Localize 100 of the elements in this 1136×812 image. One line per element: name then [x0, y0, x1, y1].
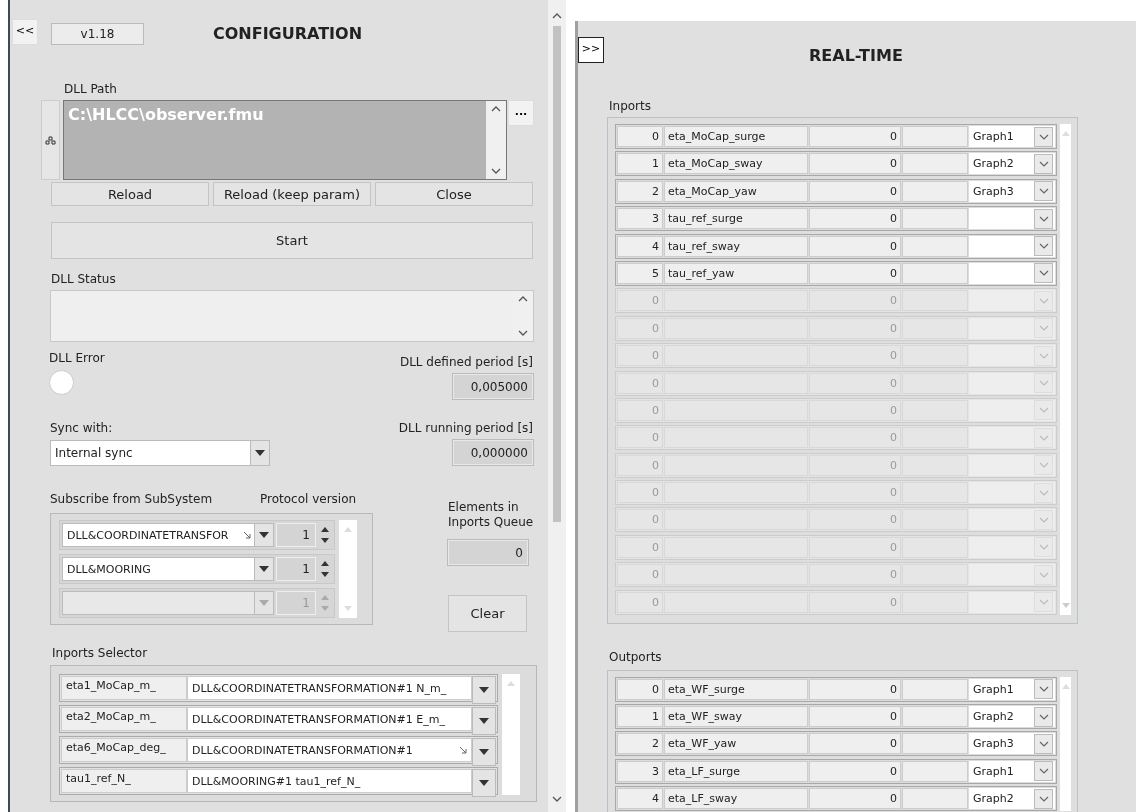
- chevron-down-icon: [1038, 489, 1049, 496]
- collapse-button[interactable]: <<: [12, 19, 38, 45]
- period-value: 0,000000: [453, 440, 533, 465]
- source-dropdown[interactable]: DLL&COORDINATETRANSFORMATION#1 E_m_: [187, 707, 472, 731]
- subsystem-dropdown[interactable]: DLL&MOORING: [62, 557, 274, 581]
- chevron-down-icon: [1038, 325, 1049, 332]
- index-cell: 2: [617, 733, 663, 755]
- chevron-down-icon: [1038, 544, 1049, 551]
- scrollbar[interactable]: [548, 0, 566, 812]
- field-label: Inports Selector: [52, 646, 148, 661]
- value-cell: 0: [809, 760, 901, 782]
- start-button[interactable]: Start: [51, 222, 533, 259]
- value-cell: 0: [809, 482, 901, 504]
- scroll-up-icon[interactable]: [491, 105, 501, 112]
- scrollbar[interactable]: [502, 674, 520, 795]
- field-label: Protocol version: [260, 492, 357, 507]
- section-label: Outports: [609, 649, 662, 665]
- source-dropdown[interactable]: DLL&COORDINATETRANSFORMATION#1 N_m_: [187, 676, 472, 700]
- scroll-up-icon[interactable]: [552, 12, 562, 19]
- caret-icon: [259, 532, 269, 538]
- inport-name-cell: eta2_MoCap_m_: [61, 707, 187, 731]
- graph-dropdown[interactable]: Graph3: [969, 180, 1055, 202]
- value-cell: 0: [809, 454, 901, 476]
- caret-icon: [259, 600, 269, 606]
- version-field[interactable]: 1: [276, 523, 316, 547]
- subsystem-dropdown[interactable]: DLL&COORDINATETRANSFOR: [62, 523, 274, 547]
- path-action-button[interactable]: Reload: [51, 182, 209, 206]
- index-cell: 0: [617, 454, 663, 476]
- clear-button[interactable]: Clear: [448, 595, 527, 632]
- scroll-up-icon[interactable]: [320, 559, 330, 566]
- scroll-up-icon[interactable]: [518, 295, 528, 302]
- truncation-icon: [459, 746, 467, 754]
- graph-dropdown[interactable]: [969, 262, 1055, 284]
- signal-name-cell: tau_ref_yaw: [664, 262, 808, 284]
- dropdown-button[interactable]: [472, 738, 496, 766]
- graph-dropdown[interactable]: Graph2: [969, 706, 1055, 728]
- index-cell: 3: [617, 208, 663, 230]
- chevron-down-icon: [1038, 599, 1049, 606]
- dropdown-button[interactable]: [472, 707, 496, 735]
- value-cell: 0: [809, 733, 901, 755]
- graph-dropdown[interactable]: Graph2: [969, 153, 1055, 175]
- chevron-down-icon: [1038, 740, 1049, 747]
- index-cell: 5: [617, 262, 663, 284]
- version-field[interactable]: 1: [276, 557, 316, 581]
- value-cell: 0: [809, 290, 901, 312]
- chevron-down-icon: [1038, 407, 1049, 414]
- index-cell: 4: [617, 788, 663, 810]
- index-cell: 0: [617, 591, 663, 613]
- value-cell: 0: [809, 564, 901, 586]
- index-cell: 0: [617, 509, 663, 531]
- sync-dropdown[interactable]: Internal sync: [50, 440, 270, 466]
- graph-dropdown[interactable]: Graph1: [969, 678, 1055, 700]
- index-cell: 0: [617, 317, 663, 339]
- scrollbar[interactable]: [1060, 676, 1071, 812]
- graph-dropdown[interactable]: Graph3: [969, 733, 1055, 755]
- signal-name-cell: eta_WF_sway: [664, 706, 808, 728]
- scroll-up-icon[interactable]: [320, 525, 330, 532]
- scroll-down-icon[interactable]: [491, 168, 501, 175]
- scroll-down-icon[interactable]: [552, 796, 562, 803]
- browse-button[interactable]: ...: [508, 100, 534, 126]
- scroll-down-icon[interactable]: [320, 538, 330, 545]
- chevron-down-icon: [1038, 297, 1049, 304]
- chevron-down-icon: [1038, 462, 1049, 469]
- status-field[interactable]: [50, 290, 534, 342]
- value-cell: 0: [809, 591, 901, 613]
- dropdown-button[interactable]: [472, 769, 496, 797]
- panel-title: CONFIGURATION: [213, 24, 363, 43]
- path-action-button[interactable]: Reload (keep param): [213, 182, 371, 206]
- signal-name-cell: eta_WF_surge: [664, 678, 808, 700]
- value-cell: 0: [809, 317, 901, 339]
- index-cell: 0: [617, 427, 663, 449]
- value-cell: 0: [809, 372, 901, 394]
- source-dropdown[interactable]: DLL&COORDINATETRANSFORMATION#1: [187, 738, 472, 762]
- source-dropdown[interactable]: DLL&MOORING#1 tau1_ref_N_: [187, 769, 472, 793]
- index-cell: 4: [617, 235, 663, 257]
- tree-button[interactable]: [41, 100, 60, 180]
- chevron-down-icon: [1038, 768, 1049, 775]
- scroll-down-icon[interactable]: [518, 330, 528, 337]
- graph-dropdown[interactable]: Graph2: [969, 788, 1055, 810]
- scroll-down-icon[interactable]: [320, 572, 330, 579]
- scrollbar[interactable]: [486, 101, 506, 179]
- graph-dropdown[interactable]: Graph1: [969, 126, 1055, 147]
- signal-name-cell: eta_MoCap_surge: [664, 126, 808, 147]
- graph-dropdown[interactable]: [969, 208, 1055, 230]
- version-label: v1.18: [51, 23, 144, 45]
- value-cell: 0: [809, 208, 901, 230]
- index-cell: 1: [617, 706, 663, 728]
- graph-dropdown[interactable]: Graph1: [969, 760, 1055, 782]
- graph-dropdown[interactable]: [969, 235, 1055, 257]
- queue-value: 0: [448, 540, 528, 565]
- path-action-button[interactable]: Close: [375, 182, 533, 206]
- hierarchy-icon: [45, 135, 56, 145]
- dropdown-button[interactable]: [472, 676, 496, 704]
- chevron-down-icon: [1038, 713, 1049, 720]
- value-cell: 0: [809, 345, 901, 367]
- value-cell: 0: [809, 153, 901, 175]
- value-cell: 0: [809, 262, 901, 284]
- expand-button[interactable]: >>: [578, 37, 604, 63]
- chevron-down-icon: [1038, 516, 1049, 523]
- caret-icon: [259, 566, 269, 572]
